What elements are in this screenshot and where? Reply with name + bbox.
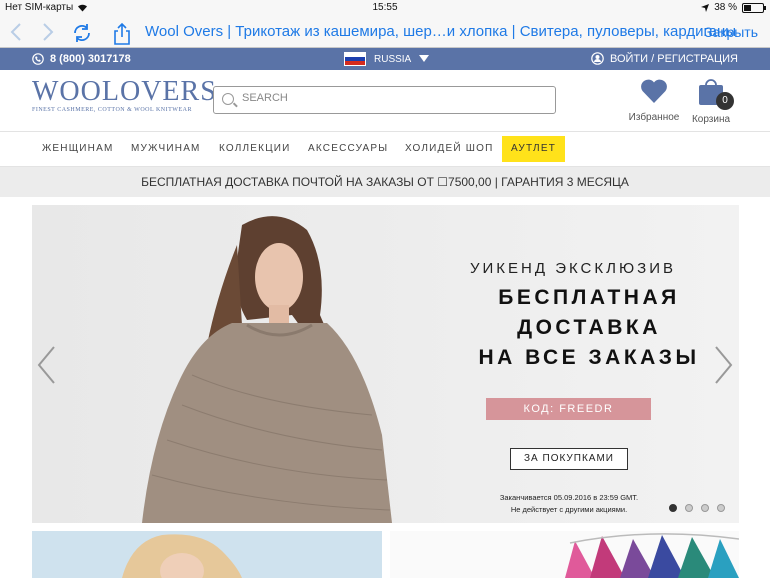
heart-icon: [641, 79, 667, 103]
top-info-bar: 8 (800) 3017178 RUSSIA ВОЙТИ / РЕГИСТРАЦ…: [0, 48, 770, 70]
phone-link[interactable]: 8 (800) 3017178: [32, 53, 131, 65]
teaser-photo-right: [565, 533, 739, 578]
menu-item-accessories[interactable]: АКСЕССУАРЫ: [308, 143, 388, 154]
hero-headline-line-3: НА ВСЕ ЗАКАЗЫ: [478, 346, 700, 369]
search-box[interactable]: [213, 86, 556, 114]
slide-dot-1[interactable]: [669, 504, 677, 512]
hero-subtitle: УИКЕНД ЭКСКЛЮЗИВ: [470, 260, 676, 277]
page-title: Wool Overs | Трикотаж из кашемира, шер…и…: [145, 23, 737, 40]
reload-button[interactable]: [70, 22, 94, 42]
prev-slide-button[interactable]: [36, 345, 56, 385]
battery-icon: [742, 2, 766, 13]
back-button[interactable]: [6, 22, 26, 42]
search-input[interactable]: [242, 92, 542, 104]
login-register-link[interactable]: ВОЙТИ / РЕГИСТРАЦИЯ: [591, 52, 738, 65]
promo-code-badge: КОД: FREEDR: [486, 398, 651, 420]
favorites-button[interactable]: Избранное: [628, 78, 680, 123]
slide-dot-2[interactable]: [685, 504, 693, 512]
russia-flag-icon: [344, 52, 366, 66]
status-bar: Нет SIM-карты 15:55 38 %: [0, 0, 770, 16]
logo-wordmark: WOOLOVERS: [32, 76, 217, 107]
clock: 15:55: [372, 2, 398, 13]
menu-item-collections[interactable]: КОЛЛЕКЦИИ: [219, 143, 291, 154]
menu-item-women[interactable]: ЖЕНЩИНАМ: [42, 143, 114, 154]
battery-fill: [744, 4, 751, 11]
search-icon: [222, 93, 234, 105]
teaser-banner-right[interactable]: [390, 531, 739, 578]
share-button[interactable]: [110, 22, 134, 45]
hero-headline-line-2: ДОСТАВКА: [517, 316, 661, 339]
country-label: RUSSIA: [374, 53, 412, 65]
promo-strip: БЕСПЛАТНАЯ ДОСТАВКА ПОЧТОЙ НА ЗАКАЗЫ ОТ …: [0, 167, 770, 197]
phone-icon: [32, 53, 44, 65]
hero-fine-print: Заканчивается 05.09.2016 в 23:59 GMT. Не…: [462, 492, 676, 516]
user-icon: [591, 52, 604, 65]
caret-down-icon: [419, 55, 430, 62]
cart-label: Корзина: [691, 114, 731, 125]
hero-fine-print-line-2: Не действует с другими акциями.: [510, 505, 628, 514]
shop-now-button[interactable]: ЗА ПОКУПКАМИ: [510, 448, 628, 470]
logo-tagline: FINEST CASHMERE, COTTON & WOOL KNITWEAR: [32, 107, 192, 113]
hero-banner[interactable]: УИКЕНД ЭКСКЛЮЗИВ БЕСПЛАТНАЯ ДОСТАВКА НА …: [32, 205, 739, 523]
cart-button[interactable]: 0 Корзина: [688, 76, 734, 125]
chevron-left-icon: [37, 346, 55, 384]
country-selector[interactable]: RUSSIA: [344, 52, 430, 66]
chevron-left-icon: [10, 23, 21, 41]
chevron-right-icon: [43, 23, 54, 41]
battery-percent: 38 %: [714, 2, 737, 13]
favorites-label: Избранное: [628, 112, 680, 123]
slide-dot-3[interactable]: [701, 504, 709, 512]
hero-headline-line-1: БЕСПЛАТНАЯ: [498, 286, 680, 309]
forward-button[interactable]: [38, 22, 58, 42]
model-photo: [142, 216, 392, 523]
slide-indicator: [669, 504, 725, 512]
hero-headline: БЕСПЛАТНАЯ ДОСТАВКА НА ВСЕ ЗАКАЗЫ: [439, 283, 739, 373]
menu-item-holiday-shop[interactable]: ХОЛИДЕЙ ШОП: [405, 143, 494, 154]
menu-item-outlet[interactable]: АУТЛЕТ: [502, 136, 565, 162]
phone-number: 8 (800) 3017178: [50, 53, 131, 65]
teaser-photo-left: [122, 534, 242, 578]
close-button[interactable]: Закрыть: [704, 24, 758, 40]
main-menu: ЖЕНЩИНАМ МУЖЧИНАМ КОЛЛЕКЦИИ АКСЕССУАРЫ Х…: [0, 133, 770, 167]
cart-count-badge: 0: [716, 92, 734, 110]
login-label: ВОЙТИ / РЕГИСТРАЦИЯ: [610, 52, 738, 65]
share-icon: [114, 22, 130, 45]
reload-icon: [74, 24, 90, 42]
woolovers-logo[interactable]: WOOLOVERS FINEST CASHMERE, COTTON & WOOL…: [32, 76, 217, 114]
site-header: WOOLOVERS FINEST CASHMERE, COTTON & WOOL…: [0, 70, 770, 132]
hero-fine-print-line-1: Заканчивается 05.09.2016 в 23:59 GMT.: [499, 493, 639, 502]
location-icon: [701, 3, 710, 12]
menu-item-men[interactable]: МУЖЧИНАМ: [131, 143, 201, 154]
browser-toolbar: Wool Overs | Трикотаж из кашемира, шер…и…: [0, 16, 770, 48]
teaser-banner-left[interactable]: [32, 531, 382, 578]
slide-dot-4[interactable]: [717, 504, 725, 512]
